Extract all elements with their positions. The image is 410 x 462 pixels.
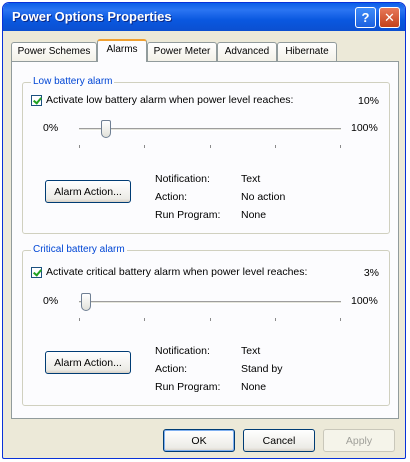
- alarms-panel: Low battery alarm Activate low battery a…: [11, 61, 399, 419]
- slider-tick: [210, 318, 211, 321]
- cancel-button[interactable]: Cancel: [243, 429, 315, 452]
- critical-battery-group-title: Critical battery alarm: [31, 244, 127, 255]
- critical-run-program-value: None: [241, 381, 267, 393]
- low-run-program-label: Run Program:: [155, 209, 221, 221]
- critical-slider-max-label: 100%: [351, 295, 378, 307]
- critical-run-program-label: Run Program:: [155, 381, 221, 393]
- slider-tick: [79, 145, 80, 148]
- low-battery-checkbox-label: Activate low battery alarm when power le…: [46, 94, 294, 106]
- slider-tick: [144, 145, 145, 148]
- critical-battery-slider-track[interactable]: [79, 301, 341, 304]
- title-bar[interactable]: Power Options Properties ? ✕: [3, 3, 405, 31]
- critical-battery-slider-thumb[interactable]: [81, 293, 91, 311]
- low-action-label: Action:: [155, 191, 188, 203]
- close-icon: ✕: [384, 9, 395, 25]
- low-battery-slider-track[interactable]: [79, 128, 341, 131]
- slider-tick: [210, 145, 211, 148]
- slider-tick: [275, 145, 276, 148]
- tab-hibernate[interactable]: Hibernate: [277, 42, 337, 61]
- low-battery-checkbox-row[interactable]: Activate low battery alarm when power le…: [31, 94, 293, 106]
- low-slider-max-label: 100%: [351, 122, 378, 134]
- ok-button[interactable]: OK: [163, 429, 235, 452]
- critical-notification-label: Notification:: [155, 345, 210, 357]
- low-battery-level-value: 10%: [357, 95, 379, 107]
- slider-tick: [144, 318, 145, 321]
- critical-battery-checkbox-label: Activate critical battery alarm when pow…: [46, 266, 308, 278]
- critical-battery-checkbox-row[interactable]: Activate critical battery alarm when pow…: [31, 266, 307, 278]
- power-options-window: Power Options Properties ? ✕ Power Schem…: [2, 2, 406, 459]
- help-icon: ?: [361, 10, 370, 25]
- low-slider-min-label: 0%: [43, 122, 59, 134]
- slider-tick: [340, 145, 341, 148]
- slider-tick: [79, 318, 80, 321]
- low-battery-group-title: Low battery alarm: [31, 76, 115, 87]
- critical-action-value: Stand by: [241, 363, 283, 375]
- slider-tick: [340, 318, 341, 321]
- tab-power-schemes[interactable]: Power Schemes: [11, 42, 97, 61]
- tab-power-meter[interactable]: Power Meter: [147, 42, 217, 61]
- low-battery-group: Low battery alarm Activate low battery a…: [22, 76, 390, 234]
- slider-tick: [275, 318, 276, 321]
- tab-advanced[interactable]: Advanced: [217, 42, 277, 61]
- critical-notification-value: Text: [241, 345, 261, 357]
- critical-alarm-action-button[interactable]: Alarm Action...: [45, 351, 131, 374]
- apply-button[interactable]: Apply: [323, 429, 395, 452]
- critical-battery-checkbox[interactable]: [31, 266, 42, 278]
- tab-strip: Power Schemes Alarms Power Meter Advance…: [11, 39, 401, 62]
- low-battery-checkbox[interactable]: [31, 94, 42, 106]
- window-title: Power Options Properties: [12, 9, 172, 24]
- close-button[interactable]: ✕: [379, 7, 400, 28]
- low-battery-slider-thumb[interactable]: [101, 120, 111, 138]
- low-action-value: No action: [241, 191, 286, 203]
- critical-slider-min-label: 0%: [43, 295, 59, 307]
- critical-action-label: Action:: [155, 363, 188, 375]
- tab-alarms[interactable]: Alarms: [97, 39, 147, 62]
- low-run-program-value: None: [241, 209, 267, 221]
- help-button[interactable]: ?: [355, 7, 376, 28]
- critical-battery-group: Critical battery alarm Activate critical…: [22, 244, 390, 406]
- critical-battery-level-value: 3%: [363, 267, 379, 279]
- low-notification-label: Notification:: [155, 173, 210, 185]
- low-notification-value: Text: [241, 173, 261, 185]
- low-alarm-action-button[interactable]: Alarm Action...: [45, 180, 131, 203]
